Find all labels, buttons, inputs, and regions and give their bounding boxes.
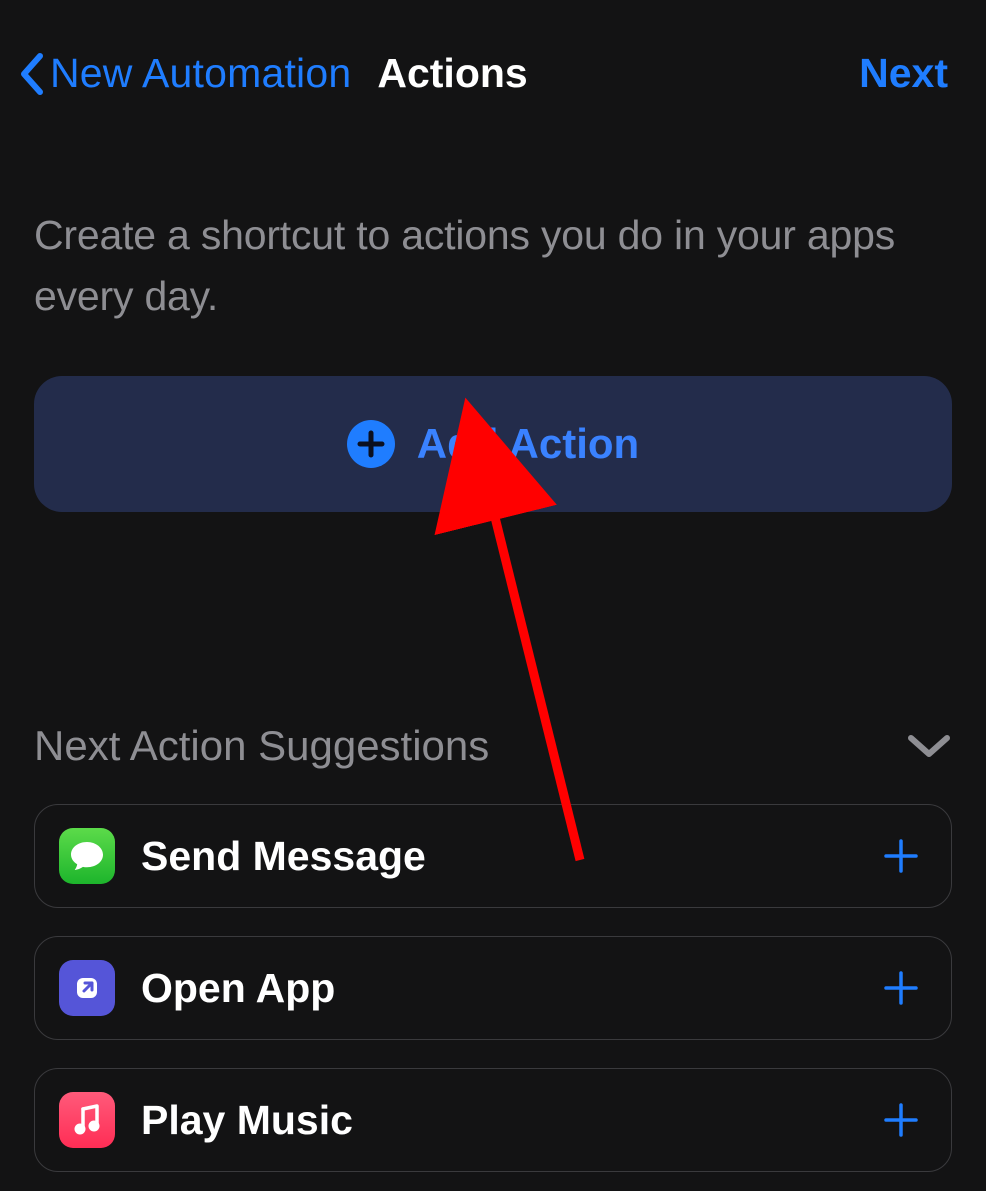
description-text: Create a shortcut to actions you do in y… xyxy=(0,97,986,326)
suggestion-label: Send Message xyxy=(141,833,881,880)
plus-icon[interactable] xyxy=(881,1100,921,1140)
suggestion-row-play-music[interactable]: Play Music xyxy=(34,1068,952,1172)
plus-circle-icon xyxy=(347,420,395,468)
chevron-down-icon xyxy=(906,731,952,761)
suggestion-row-open-app[interactable]: Open App xyxy=(34,936,952,1040)
next-button[interactable]: Next xyxy=(859,50,948,97)
chevron-left-icon xyxy=(18,52,44,96)
messages-icon xyxy=(59,828,115,884)
back-label: New Automation xyxy=(50,50,351,97)
page-title: Actions xyxy=(377,50,527,97)
back-button[interactable]: New Automation Actions xyxy=(18,50,528,97)
suggestion-label: Play Music xyxy=(141,1097,881,1144)
suggestion-label: Open App xyxy=(141,965,881,1012)
plus-icon[interactable] xyxy=(881,968,921,1008)
suggestions-header[interactable]: Next Action Suggestions xyxy=(34,722,952,770)
suggestions-title: Next Action Suggestions xyxy=(34,722,489,770)
add-action-label: Add Action xyxy=(417,420,639,468)
music-icon xyxy=(59,1092,115,1148)
add-action-button[interactable]: Add Action xyxy=(34,376,952,512)
plus-icon[interactable] xyxy=(881,836,921,876)
nav-bar: New Automation Actions Next xyxy=(0,0,986,97)
suggestions-list: Send Message Open App xyxy=(34,804,952,1172)
suggestion-row-send-message[interactable]: Send Message xyxy=(34,804,952,908)
open-app-icon xyxy=(59,960,115,1016)
